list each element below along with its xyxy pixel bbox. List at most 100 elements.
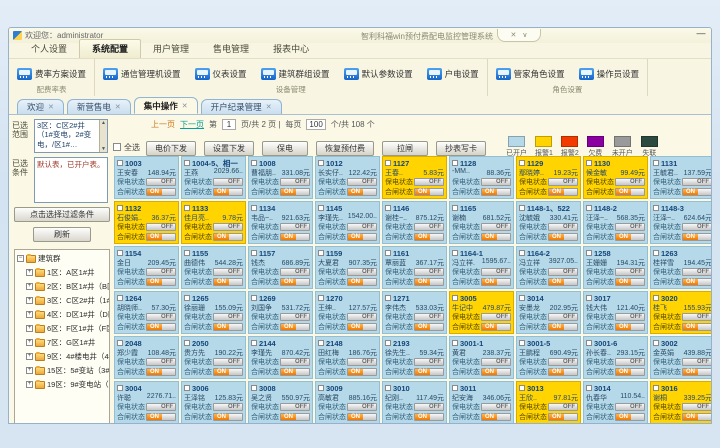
menu-item[interactable]: 用户管理: [141, 40, 201, 58]
room-checkbox[interactable]: [385, 250, 391, 256]
supply-status-toggle[interactable]: OFF: [615, 178, 645, 186]
supply-status-toggle[interactable]: OFF: [347, 403, 377, 411]
switch-status-toggle[interactable]: ON: [280, 188, 310, 196]
tree-node[interactable]: +2区：B区1#井（B区1#…: [17, 281, 107, 292]
room-checkbox[interactable]: [586, 205, 592, 211]
room-checkbox[interactable]: [184, 340, 190, 346]
room-checkbox[interactable]: [452, 385, 458, 391]
tab-新营售电[interactable]: 新营售电✕: [67, 99, 131, 114]
room-checkbox[interactable]: [653, 385, 659, 391]
room-checkbox[interactable]: [117, 340, 123, 346]
minimize-icon[interactable]: —: [695, 30, 707, 39]
room-card[interactable]: 2048郑少霞108.48元保电状态OFF合闸状态ON: [114, 336, 179, 379]
room-card[interactable]: 1269刘国争531.72元保电状态OFF合闸状态ON: [248, 291, 313, 334]
switch-status-toggle[interactable]: ON: [280, 368, 310, 376]
room-card[interactable]: 1271李伟杰533.03元保电状态OFF合闸状态ON: [382, 291, 447, 334]
room-card[interactable]: 3011纪安海346.06元保电状态OFF合闸状态ON: [449, 381, 514, 424]
switch-status-toggle[interactable]: ON: [280, 233, 310, 241]
switch-status-toggle[interactable]: ON: [682, 278, 712, 286]
supply-status-toggle[interactable]: OFF: [280, 403, 310, 411]
supply-status-toggle[interactable]: OFF: [213, 268, 243, 276]
switch-status-toggle[interactable]: ON: [213, 188, 243, 196]
room-checkbox[interactable]: [117, 385, 123, 391]
supply-status-toggle[interactable]: OFF: [280, 268, 310, 276]
supply-status-toggle[interactable]: OFF: [548, 178, 578, 186]
switch-status-toggle[interactable]: ON: [481, 323, 511, 331]
supply-status-toggle[interactable]: OFF: [414, 223, 444, 231]
room-checkbox[interactable]: [385, 340, 391, 346]
switch-status-toggle[interactable]: ON: [414, 188, 444, 196]
supply-status-toggle[interactable]: OFF: [414, 403, 444, 411]
tab-开户纪录管理[interactable]: 开户纪录管理✕: [201, 99, 282, 114]
chevron-down-icon[interactable]: ∨: [522, 31, 527, 39]
tab-欢迎[interactable]: 欢迎✕: [17, 99, 64, 114]
switch-status-toggle[interactable]: ON: [481, 233, 511, 241]
room-checkbox[interactable]: [117, 160, 123, 166]
room-card[interactable]: 3006王泽铭125.83元保电状态OFF合闸状态ON: [181, 381, 246, 424]
supply-status-toggle[interactable]: OFF: [146, 178, 176, 186]
switch-status-toggle[interactable]: ON: [548, 188, 578, 196]
room-card[interactable]: 3017钱大伟121.40元保电状态OFF合闸状态ON: [583, 291, 648, 334]
switch-status-toggle[interactable]: ON: [615, 233, 645, 241]
tree-expander-icon[interactable]: +: [26, 269, 33, 276]
supply-status-toggle[interactable]: OFF: [414, 178, 444, 186]
ribbon-button[interactable]: 建筑群组设置: [259, 66, 332, 82]
ribbon-button[interactable]: 通信管理机设置: [101, 66, 183, 82]
room-checkbox[interactable]: [251, 160, 257, 166]
tab-close-icon[interactable]: ✕: [182, 102, 188, 110]
room-card[interactable]: 1148-1、522沈毓娥330.41元保电状态OFF合闸状态ON: [516, 201, 581, 244]
room-checkbox[interactable]: [452, 295, 458, 301]
menu-item[interactable]: 个人设置: [19, 40, 79, 58]
room-card[interactable]: 3004许聪2276.71..保电状态OFF合闸状态ON: [114, 381, 179, 424]
room-card[interactable]: 1134韦品~..921.63元保电状态OFF合闸状态ON: [248, 201, 313, 244]
room-checkbox[interactable]: [586, 340, 592, 346]
room-checkbox[interactable]: [653, 340, 659, 346]
room-checkbox[interactable]: [385, 295, 391, 301]
supply-status-toggle[interactable]: OFF: [213, 358, 243, 366]
room-card[interactable]: 1132石俊娟..36.37元保电状态OFF合闸状态ON: [114, 201, 179, 244]
select-all-checkbox[interactable]: [113, 143, 121, 151]
room-checkbox[interactable]: [318, 160, 324, 166]
room-card[interactable]: 1157钱杰686.89元保电状态OFF合闸状态ON: [248, 246, 313, 289]
supply-status-toggle[interactable]: OFF: [414, 358, 444, 366]
switch-status-toggle[interactable]: ON: [682, 368, 712, 376]
switch-status-toggle[interactable]: ON: [682, 233, 712, 241]
room-checkbox[interactable]: [318, 250, 324, 256]
switch-status-toggle[interactable]: ON: [615, 323, 645, 331]
selected-range-listbox[interactable]: 3区：C区2#井（1#变电，2#变电，/区1#… ▲▼: [34, 119, 108, 153]
room-card[interactable]: 3009高敏君885.16元保电状态OFF合闸状态ON: [315, 381, 380, 424]
room-card[interactable]: 1263桂祥雪194.45元保电状态OFF合闸状态ON: [650, 246, 712, 289]
room-checkbox[interactable]: [184, 160, 190, 166]
ribbon-button[interactable]: 管家角色设置: [494, 66, 567, 82]
room-checkbox[interactable]: [452, 340, 458, 346]
room-card[interactable]: 1004-5、相一王燕2029.66..保电状态OFF合闸状态ON: [181, 156, 246, 199]
room-card[interactable]: 1165谢楠681.52元保电状态OFF合闸状态ON: [449, 201, 514, 244]
switch-status-toggle[interactable]: ON: [146, 278, 176, 286]
room-checkbox[interactable]: [385, 385, 391, 391]
switch-status-toggle[interactable]: ON: [280, 278, 310, 286]
switch-status-toggle[interactable]: ON: [213, 413, 243, 421]
switch-status-toggle[interactable]: ON: [347, 323, 377, 331]
room-card[interactable]: 1161覃丽蓝367.17元保电状态OFF合闸状态ON: [382, 246, 447, 289]
ribbon-button[interactable]: 操作员设置: [577, 66, 642, 82]
switch-status-toggle[interactable]: ON: [548, 233, 578, 241]
supply-status-toggle[interactable]: OFF: [213, 403, 243, 411]
room-checkbox[interactable]: [184, 250, 190, 256]
room-card[interactable]: 1155曲德伟544.28元保电状态OFF合闸状态ON: [181, 246, 246, 289]
toolbar-button[interactable]: 设置下发: [204, 141, 254, 156]
supply-status-toggle[interactable]: OFF: [615, 268, 645, 276]
room-card[interactable]: 1154金日209.45元保电状态OFF合闸状态ON: [114, 246, 179, 289]
switch-status-toggle[interactable]: ON: [146, 368, 176, 376]
menu-item[interactable]: 报表中心: [261, 40, 321, 58]
room-card[interactable]: 3008吴之贤550.97元保电状态OFF合闸状态ON: [248, 381, 313, 424]
supply-status-toggle[interactable]: OFF: [481, 403, 511, 411]
toolbar-button[interactable]: 抄表写卡: [436, 141, 486, 156]
room-card[interactable]: 1148-3汪泽~..624.64元保电状态OFF合闸状态ON: [650, 201, 712, 244]
room-card[interactable]: 1130候金敏99.49元保电状态OFF合闸状态ON: [583, 156, 648, 199]
tree-node[interactable]: +9区：4#楼电井（4#楼…: [17, 351, 107, 362]
room-checkbox[interactable]: [653, 160, 659, 166]
supply-status-toggle[interactable]: OFF: [682, 358, 712, 366]
switch-status-toggle[interactable]: ON: [347, 368, 377, 376]
room-card[interactable]: 1131王毓君..137.59元保电状态OFF合闸状态ON: [650, 156, 712, 199]
supply-status-toggle[interactable]: OFF: [347, 358, 377, 366]
